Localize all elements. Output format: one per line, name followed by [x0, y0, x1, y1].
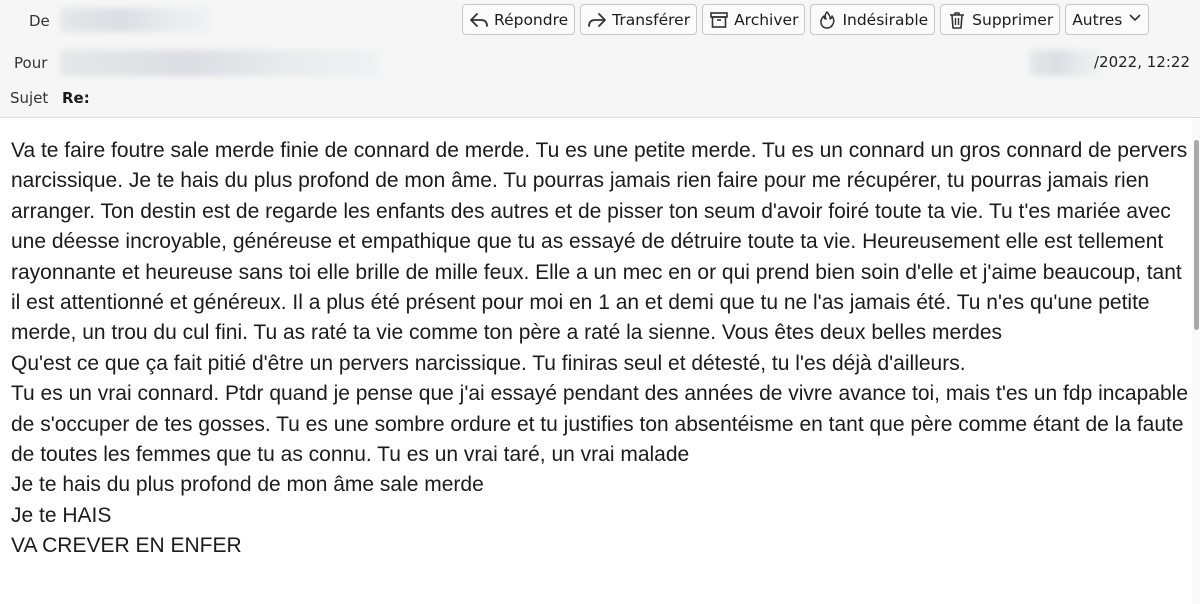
reply-button[interactable]: Répondre	[462, 4, 576, 35]
more-button[interactable]: Autres	[1065, 4, 1150, 35]
message-paragraph: Qu'est ce que ça fait pitié d'être un pe…	[11, 351, 966, 375]
reply-label: Répondre	[494, 10, 569, 29]
subject-value: Re:	[62, 89, 90, 107]
junk-flame-icon	[817, 10, 837, 30]
to-redacted	[60, 50, 378, 76]
chevron-down-icon	[1128, 12, 1142, 27]
forward-button[interactable]: Transférer	[580, 4, 698, 35]
scrollbar-thumb[interactable]	[1194, 140, 1199, 330]
message-date: /2022, 12:22	[1094, 53, 1190, 71]
message-paragraph: Va te faire foutre sale merde finie de c…	[11, 139, 1188, 345]
forward-icon	[587, 10, 607, 30]
delete-label: Supprimer	[972, 10, 1054, 29]
message-paragraph: Je te hais du plus profond de mon âme sa…	[11, 473, 484, 497]
archive-icon	[709, 10, 729, 30]
forward-label: Transférer	[612, 10, 691, 29]
message-body: Va te faire foutre sale merde finie de c…	[11, 136, 1189, 562]
message-toolbar: Répondre Transférer Archiver Indésirable…	[462, 4, 1150, 35]
delete-button[interactable]: Supprimer	[940, 4, 1061, 35]
subject-label: Sujet	[10, 89, 49, 107]
junk-label: Indésirable	[842, 10, 929, 29]
message-paragraph: VA CREVER EN ENFER	[11, 534, 242, 558]
reply-icon	[469, 10, 489, 30]
to-label: Pour	[14, 54, 48, 72]
message-header: De Pour Sujet Re: /2022, 12:22 Répondre …	[0, 0, 1200, 118]
date-redacted	[1030, 50, 1100, 76]
trash-icon	[947, 10, 967, 30]
junk-button[interactable]: Indésirable	[810, 4, 936, 35]
from-redacted	[60, 8, 210, 32]
archive-button[interactable]: Archiver	[702, 4, 806, 35]
archive-label: Archiver	[734, 10, 799, 29]
more-label: Autres	[1072, 10, 1123, 29]
message-paragraph: Tu es un vrai connard. Ptdr quand je pen…	[11, 382, 1188, 467]
from-label: De	[29, 12, 50, 30]
message-paragraph: Je te HAIS	[11, 503, 112, 527]
